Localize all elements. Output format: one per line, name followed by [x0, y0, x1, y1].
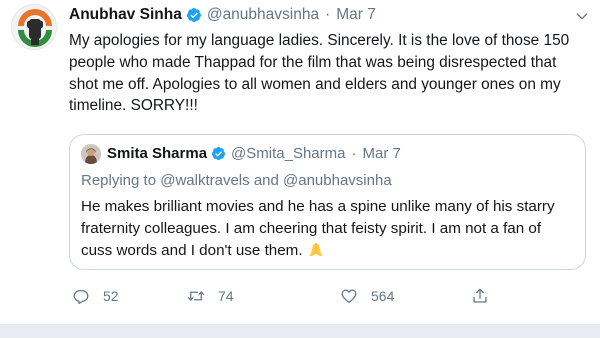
quoted-avatar-image	[81, 144, 101, 164]
reply-button[interactable]: 52	[72, 284, 119, 308]
like-count: 564	[371, 288, 395, 304]
quoted-header-separator: ·	[351, 144, 357, 162]
author-handle[interactable]: @anubhavsinha	[207, 6, 319, 24]
tweet-card[interactable]: Anubhav Sinha @anubhavsinha · Mar 7 My a…	[0, 0, 600, 324]
like-icon	[341, 289, 357, 304]
quoted-author-name[interactable]: Smita Sharma	[107, 145, 207, 162]
tweet-date[interactable]: Mar 7	[336, 6, 376, 24]
reply-icon	[73, 290, 89, 305]
retweet-button[interactable]: 74	[187, 284, 234, 308]
retweet-count: 74	[218, 288, 234, 304]
quoted-tweet[interactable]: Smita Sharma @Smita_Sharma · Mar 7 Reply…	[69, 134, 586, 270]
header-separator: ·	[325, 6, 331, 23]
verified-badge-icon	[186, 8, 201, 22]
timeline-divider	[0, 324, 600, 338]
tweet-text: My apologies for my language ladies. Sin…	[69, 32, 570, 115]
share-button[interactable]	[471, 284, 489, 308]
author-name[interactable]: Anubhav Sinha	[69, 6, 182, 24]
reply-count: 52	[103, 288, 119, 304]
mention-link-walktravels[interactable]: @walktravels	[160, 172, 249, 189]
tweet-actions: 52 74 564	[69, 284, 509, 308]
quoted-tweet-header: Smita Sharma @Smita_Sharma · Mar 7	[107, 143, 401, 163]
fist-logo-image	[13, 6, 56, 49]
retweet-icon	[187, 291, 205, 301]
quoted-tweet-text: He makes brilliant movies and he has a s…	[81, 196, 576, 261]
author-avatar[interactable]	[11, 4, 57, 50]
tweet-header: Anubhav Sinha @anubhavsinha · Mar 7	[69, 5, 376, 25]
replying-and: and	[253, 172, 279, 189]
verified-badge-icon	[211, 146, 226, 160]
folded-hands-emoji-icon	[309, 242, 323, 256]
quoted-author-handle[interactable]: @Smita_Sharma	[231, 145, 345, 162]
chevron-down-icon[interactable]	[574, 8, 590, 24]
mention-link-anubhavsinha[interactable]: @anubhavsinha	[283, 172, 392, 189]
replying-to-line: Replying to @walktravels and @anubhavsin…	[81, 172, 392, 189]
replying-prefix: Replying to	[81, 172, 157, 189]
quoted-tweet-date[interactable]: Mar 7	[362, 145, 400, 162]
like-button[interactable]: 564	[340, 284, 394, 308]
share-icon	[473, 288, 487, 303]
quoted-author-avatar[interactable]	[81, 144, 101, 164]
